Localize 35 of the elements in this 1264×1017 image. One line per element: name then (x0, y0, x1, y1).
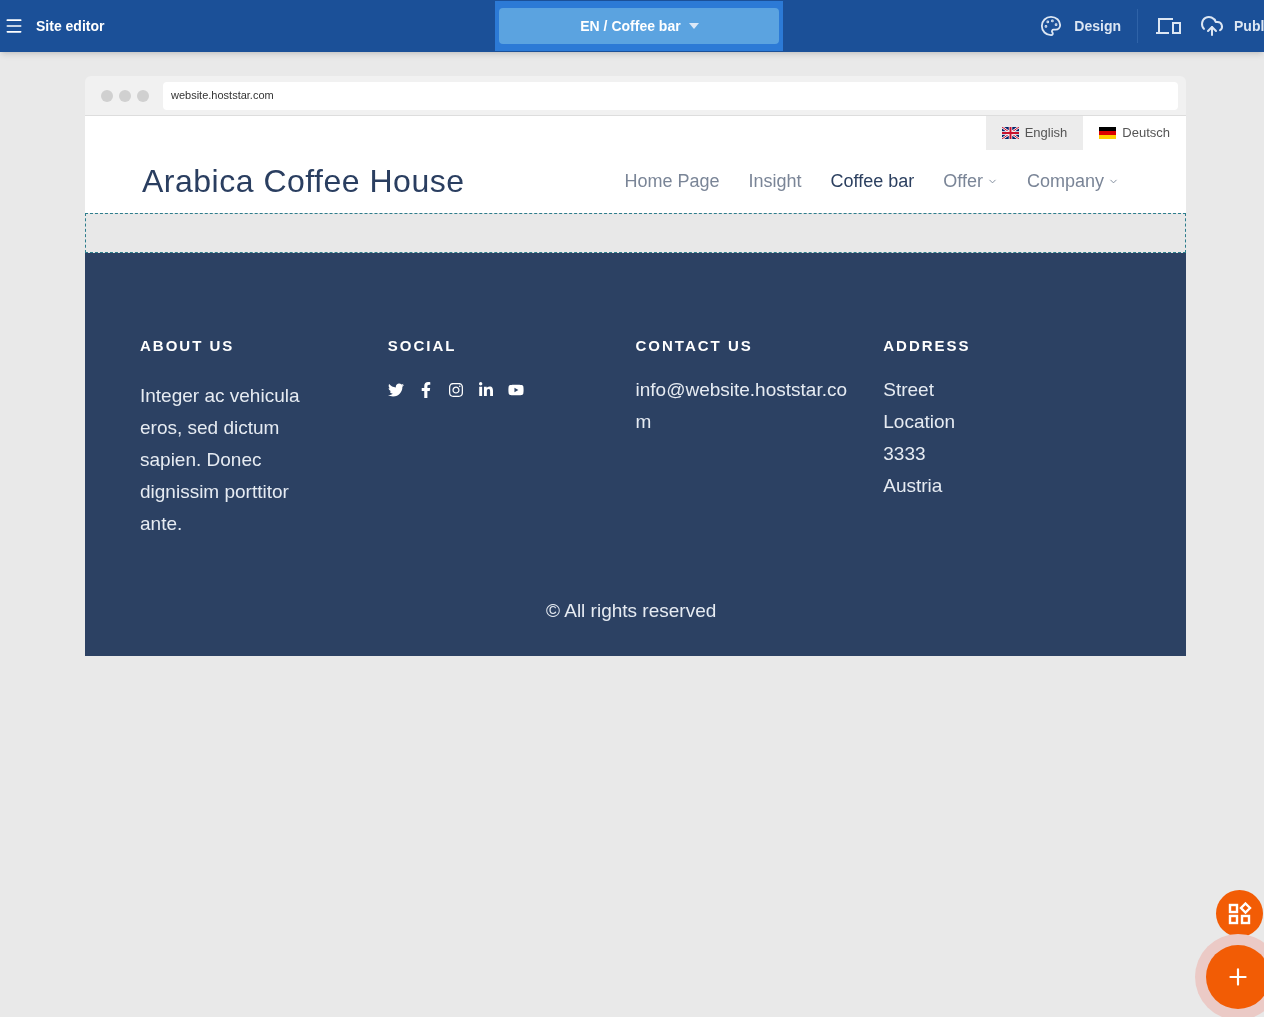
site-logo[interactable]: Arabica Coffee House (142, 164, 465, 198)
design-button[interactable]: Design (1040, 15, 1137, 37)
about-text: Integer ac vehicula eros, sed dictum sapien. Donec dignissim porttitor ante. (140, 383, 301, 536)
widgets-button[interactable] (1216, 890, 1263, 937)
menu-icon[interactable] (4, 16, 24, 36)
nav-link[interactable]: Offer (943, 167, 998, 195)
address-line: 3333 (883, 441, 927, 466)
publish-button[interactable]: Publ (1200, 14, 1264, 38)
flag-icon (1099, 127, 1117, 139)
nav-link[interactable]: Home Page (624, 167, 720, 195)
flag-icon (1001, 127, 1019, 139)
footer-heading: CONTACT US (635, 336, 754, 356)
address-line: Austria (883, 473, 944, 498)
widgets-icon (1227, 901, 1252, 926)
palette-icon (1040, 15, 1063, 37)
address-line: Location (883, 409, 957, 434)
twitter-icon[interactable] (387, 381, 404, 398)
email-link[interactable]: info@website.hoststar.com (635, 373, 851, 438)
caret-icon (688, 23, 699, 29)
footer-heading: ADDRESS (883, 336, 972, 356)
nav-link[interactable]: Coffee bar (830, 167, 915, 195)
linkedin-icon[interactable] (477, 381, 494, 398)
instagram-icon[interactable] (447, 381, 464, 398)
toolbar-title: Site editor (36, 16, 105, 36)
language-option[interactable]: English (985, 116, 1084, 150)
nav-link[interactable]: Company (1026, 167, 1119, 195)
footer-heading: ABOUT US (140, 336, 236, 356)
footer-heading: SOCIAL (387, 336, 458, 356)
url-field[interactable]: website.hoststar.com (163, 81, 1178, 110)
add-button[interactable] (1195, 934, 1264, 1017)
nav-link[interactable]: Insight (748, 167, 802, 195)
devices-icon[interactable] (1156, 17, 1182, 35)
address-line: Street (883, 377, 935, 402)
cloud-upload-icon (1200, 14, 1224, 38)
copyright-text: © All rights reserved (546, 599, 717, 623)
